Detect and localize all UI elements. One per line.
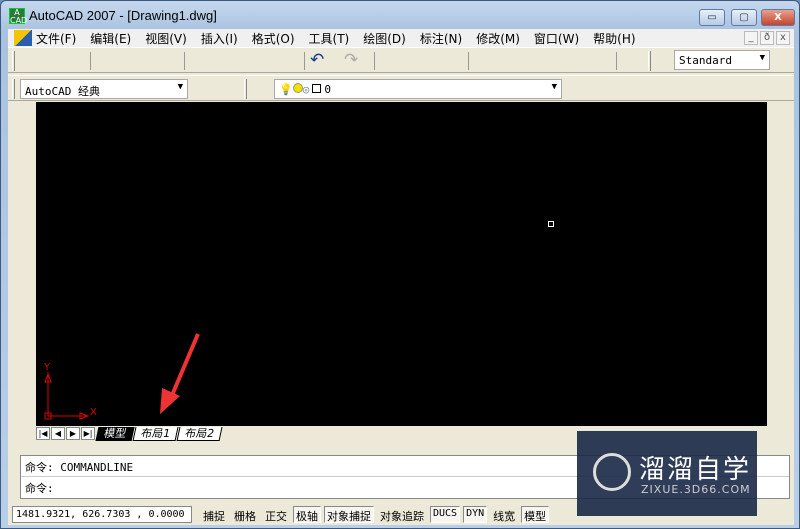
watermark-url: ZIXUE.3D66.COM [641,483,751,496]
drawing-canvas[interactable]: Y X [36,102,767,426]
separator [90,52,91,70]
toolbar-grip[interactable] [12,51,15,71]
menu-window[interactable]: 窗口(W) [534,30,579,47]
maximize-button[interactable]: ▢ [731,9,757,26]
toolbar-grip[interactable] [12,79,15,99]
drawing-doc-icon[interactable] [14,30,32,46]
window-title: AutoCAD 2007 - [Drawing1.dwg] [29,8,217,23]
crosshair-cursor [548,221,554,227]
layers-toolbar: AutoCAD 经典 ▼ 💡 ◎ 0 ▼ [8,75,794,101]
last-tab-button[interactable]: ▶| [81,427,95,440]
play-logo-icon [593,453,631,491]
lock-icon: ◎ [302,83,310,96]
red-arrow-annotation [160,333,200,414]
ucs-y-label: Y [44,362,51,373]
menu-bar: 文件(F) 编辑(E) 视图(V) 插入(I) 格式(O) 工具(T) 绘图(D… [8,29,794,47]
title-bar: A CAD AutoCAD 2007 - [Drawing1.dwg] ▭ ▢ X [1,1,800,29]
lineweight-toggle[interactable]: 线宽 [490,506,518,523]
watermark: 溜溜自学 ZIXUE.3D66.COM [577,431,757,516]
doc-close-button[interactable]: x [776,31,790,45]
chevron-down-icon: ▼ [759,53,765,63]
grid-toggle[interactable]: 栅格 [231,506,259,523]
next-tab-button[interactable]: ▶ [66,427,80,440]
separator [184,52,185,70]
ducs-toggle[interactable]: DUCS [430,505,461,523]
chevron-down-icon: ▼ [551,82,557,92]
prev-tab-button[interactable]: ◀ [51,427,65,440]
redo-button[interactable]: ↷ [344,50,358,70]
layer-value: 0 [324,83,331,96]
text-style-value: Standard [679,54,732,67]
snap-toggle[interactable]: 捕捉 [200,506,228,523]
undo-button[interactable]: ↶ [310,50,324,70]
coordinates-readout: 1481.9321, 626.7303 , 0.0000 [12,505,192,523]
tab-layout2[interactable]: 布局2 [176,426,223,441]
workspace-value: AutoCAD 经典 [25,85,100,98]
menu-format[interactable]: 格式(O) [252,30,295,47]
otrack-toggle[interactable]: 对象追踪 [377,506,427,523]
separator [374,52,375,70]
minimize-button[interactable]: ▭ [699,9,725,26]
separator [468,52,469,70]
menu-insert[interactable]: 插入(I) [201,30,238,47]
toolbar-grip[interactable] [648,51,651,71]
close-button[interactable]: X [761,9,795,26]
doc-minimize-button[interactable]: _ [744,31,758,45]
menu-modify[interactable]: 修改(M) [476,30,520,47]
text-style-dropdown[interactable]: Standard ▼ [674,50,770,70]
tab-layout1[interactable]: 布局1 [132,426,179,441]
doc-restore-button[interactable]: ð [760,31,774,45]
autocad-app-icon: A CAD [9,8,28,25]
dyn-toggle[interactable]: DYN [463,505,488,523]
menu-draw[interactable]: 绘图(D) [363,30,406,47]
standard-toolbar: ↶ ↷ Standard ▼ [8,47,794,73]
menu-dimension[interactable]: 标注(N) [420,30,462,47]
menu-view[interactable]: 视图(V) [145,30,187,47]
ortho-toggle[interactable]: 正交 [262,506,290,523]
color-swatch-icon [312,84,322,93]
model-toggle[interactable]: 模型 [521,505,550,523]
sun-icon [292,83,303,93]
first-tab-button[interactable]: |◀ [36,427,50,440]
menu-file[interactable]: 文件(F) [36,30,76,47]
layer-dropdown[interactable]: 💡 ◎ 0 ▼ [274,79,562,99]
watermark-name: 溜溜自学 [639,455,752,485]
menu-edit[interactable]: 编辑(E) [90,30,131,47]
separator [616,52,617,70]
lightbulb-icon: 💡 [279,83,293,96]
chevron-down-icon: ▼ [177,82,183,92]
osnap-toggle[interactable]: 对象捕捉 [324,505,374,523]
toolbar-grip[interactable] [244,79,247,99]
tab-model[interactable]: 模型 [95,426,135,441]
menu-help[interactable]: 帮助(H) [593,30,635,47]
separator [304,52,305,70]
autocad-window: A CAD AutoCAD 2007 - [Drawing1.dwg] ▭ ▢ X… [0,0,800,529]
ucs-x-label: X [90,407,97,418]
workspace-dropdown[interactable]: AutoCAD 经典 ▼ [20,79,188,99]
polar-toggle[interactable]: 极轴 [293,505,321,523]
menu-tools[interactable]: 工具(T) [309,30,350,47]
